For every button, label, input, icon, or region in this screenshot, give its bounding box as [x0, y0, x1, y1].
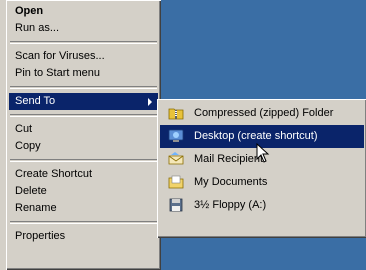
sendto-item-compressed-folder[interactable]: Compressed (zipped) Folder: [160, 102, 364, 125]
my-documents-icon: [168, 175, 184, 189]
menu-item-open[interactable]: Open: [9, 3, 158, 20]
menu-item-copy[interactable]: Copy: [9, 138, 158, 155]
floppy-icon: [169, 198, 183, 212]
menu-separator: [10, 221, 157, 224]
menu-item-pin-to-start[interactable]: Pin to Start menu: [9, 65, 158, 82]
mail-icon: [168, 152, 184, 165]
menu-item-properties[interactable]: Properties: [9, 228, 158, 245]
menu-item-send-to[interactable]: Send To: [9, 93, 158, 110]
menu-separator: [10, 41, 157, 44]
send-to-submenu: Compressed (zipped) Folder Desktop (crea…: [157, 99, 366, 238]
menu-item-delete[interactable]: Delete: [9, 183, 158, 200]
menu-item-rename[interactable]: Rename: [9, 200, 158, 217]
menu-separator: [10, 86, 157, 89]
menu-item-create-shortcut[interactable]: Create Shortcut: [9, 166, 158, 183]
menu-item-cut[interactable]: Cut: [9, 121, 158, 138]
zip-folder-icon: [168, 108, 184, 120]
context-menu: Open Run as... Scan for Viruses... Pin t…: [6, 0, 161, 270]
desktop-icon: [168, 129, 184, 142]
menu-item-scan-for-viruses[interactable]: Scan for Viruses...: [9, 48, 158, 65]
menu-item-run-as[interactable]: Run as...: [9, 20, 158, 37]
submenu-arrow-icon: [148, 98, 152, 106]
mouse-pointer-icon: [256, 143, 270, 163]
menu-separator: [10, 159, 157, 162]
sendto-item-floppy[interactable]: 3½ Floppy (A:): [160, 194, 364, 217]
menu-separator: [10, 114, 157, 117]
sendto-item-my-documents[interactable]: My Documents: [160, 171, 364, 194]
